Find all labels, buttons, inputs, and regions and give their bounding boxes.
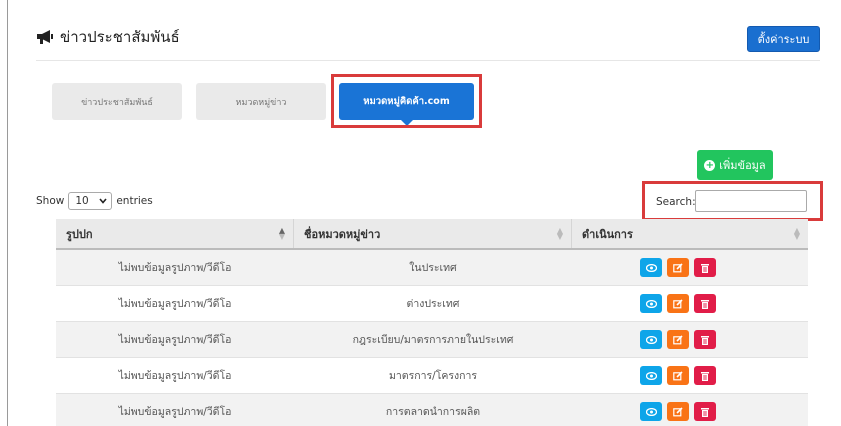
edit-icon (673, 334, 683, 344)
trash-icon (701, 335, 709, 345)
eye-icon (645, 263, 657, 272)
entries-label: entries (116, 195, 153, 207)
chevron-down-icon (99, 198, 107, 204)
tab-news-category[interactable]: หมวดหมู่ข่าว (196, 83, 326, 120)
cell-category-name: กฎระเบียบ/มาตรการภายในประเทศ (352, 334, 514, 346)
delete-button[interactable] (694, 330, 716, 349)
view-button[interactable] (640, 294, 662, 313)
cell-cover: ไม่พบข้อมูลรูปภาพ/วีดีโอ (118, 370, 232, 382)
highlight-box-active-tab (331, 74, 482, 128)
entries-select[interactable]: 10 (68, 192, 113, 210)
edit-button[interactable] (667, 258, 689, 277)
eye-icon (645, 371, 657, 380)
delete-button[interactable] (694, 258, 716, 277)
edit-button[interactable] (667, 402, 689, 421)
cell-actions (572, 250, 808, 285)
delete-button[interactable] (694, 366, 716, 385)
megaphone-icon (37, 30, 53, 44)
cell-cover: ไม่พบข้อมูลรูปภาพ/วีดีโอ (118, 334, 232, 346)
page-header: ข่าวประชาสัมพันธ์ ตั้งค่าระบบ (36, 22, 820, 60)
column-header-name-label: ชื่อหมวดหมู่ข่าว (304, 227, 381, 241)
page-title-text: ข่าวประชาสัมพันธ์ (60, 28, 180, 46)
cell-actions (572, 358, 808, 393)
edit-button[interactable] (667, 330, 689, 349)
edit-icon (673, 370, 683, 380)
plus-circle-icon: + (704, 159, 716, 171)
sort-icon: ▲ ▼ (556, 226, 563, 241)
edit-icon (673, 298, 683, 308)
sort-icon: ▲ ▼ (278, 226, 285, 241)
delete-button[interactable] (694, 294, 716, 313)
entries-length-control: Show 10 entries (36, 192, 153, 210)
highlight-box-search (642, 181, 823, 221)
column-header-cover[interactable]: รูปปก ▲ ▼ (56, 219, 294, 248)
column-header-actions-label: ดำเนินการ (582, 227, 633, 241)
table-row: ไม่พบข้อมูลรูปภาพ/วีดีโอ ในประเทศ (56, 250, 808, 286)
show-label: Show (36, 195, 65, 207)
add-data-button[interactable]: + เพิ่มข้อมูล (697, 150, 773, 180)
cell-category-name: การตลาดนำการผลิต (385, 406, 481, 418)
sort-icon: ▲ ▼ (793, 226, 800, 241)
table-row: ไม่พบข้อมูลรูปภาพ/วีดีโอ การตลาดนำการผลิต (56, 394, 808, 426)
trash-icon (701, 299, 709, 309)
column-header-name[interactable]: ชื่อหมวดหมู่ข่าว ▲ ▼ (294, 219, 572, 248)
cell-actions (572, 394, 808, 426)
view-button[interactable] (640, 402, 662, 421)
page-left-border (7, 0, 8, 426)
table-row: ไม่พบข้อมูลรูปภาพ/วีดีโอ กฎระเบียบ/มาตรกา… (56, 322, 808, 358)
edit-button[interactable] (667, 294, 689, 313)
trash-icon (701, 407, 709, 417)
column-header-actions[interactable]: ดำเนินการ ▲ ▼ (572, 219, 808, 248)
table-body: ไม่พบข้อมูลรูปภาพ/วีดีโอ ในประเทศ ไม่พบข้อ… (56, 250, 808, 426)
cell-cover: ไม่พบข้อมูลรูปภาพ/วีดีโอ (118, 262, 232, 274)
news-category-table: รูปปก ▲ ▼ ชื่อหมวดหมู่ข่าว ▲ ▼ ดำเนินการ ▲… (56, 219, 808, 426)
cell-cover: ไม่พบข้อมูลรูปภาพ/วีดีโอ (118, 406, 232, 418)
cell-category-name: ต่างประเทศ (406, 298, 460, 310)
cell-category-name: ในประเทศ (409, 262, 457, 274)
table-header-row: รูปปก ▲ ▼ ชื่อหมวดหมู่ข่าว ▲ ▼ ดำเนินการ ▲… (56, 219, 808, 250)
entries-select-value: 10 (75, 195, 89, 207)
cell-category-name: มาตรการ/โครงการ (388, 370, 478, 382)
column-header-cover-label: รูปปก (66, 227, 93, 241)
add-data-label: เพิ่มข้อมูล (719, 159, 766, 172)
table-row: ไม่พบข้อมูลรูปภาพ/วีดีโอ ต่างประเทศ (56, 286, 808, 322)
view-button[interactable] (640, 258, 662, 277)
view-button[interactable] (640, 330, 662, 349)
header-divider (36, 60, 820, 61)
tab-news[interactable]: ข่าวประชาสัมพันธ์ (52, 83, 182, 120)
cell-cover: ไม่พบข้อมูลรูปภาพ/วีดีโอ (118, 298, 232, 310)
page-title: ข่าวประชาสัมพันธ์ (36, 25, 180, 49)
view-button[interactable] (640, 366, 662, 385)
eye-icon (645, 299, 657, 308)
cell-actions (572, 286, 808, 321)
edit-icon (673, 406, 683, 416)
trash-icon (701, 371, 709, 381)
cell-actions (572, 322, 808, 357)
eye-icon (645, 407, 657, 416)
edit-icon (673, 262, 683, 272)
eye-icon (645, 335, 657, 344)
trash-icon (701, 263, 709, 273)
settings-button[interactable]: ตั้งค่าระบบ (747, 26, 820, 52)
table-row: ไม่พบข้อมูลรูปภาพ/วีดีโอ มาตรการ/โครงการ (56, 358, 808, 394)
delete-button[interactable] (694, 402, 716, 421)
edit-button[interactable] (667, 366, 689, 385)
